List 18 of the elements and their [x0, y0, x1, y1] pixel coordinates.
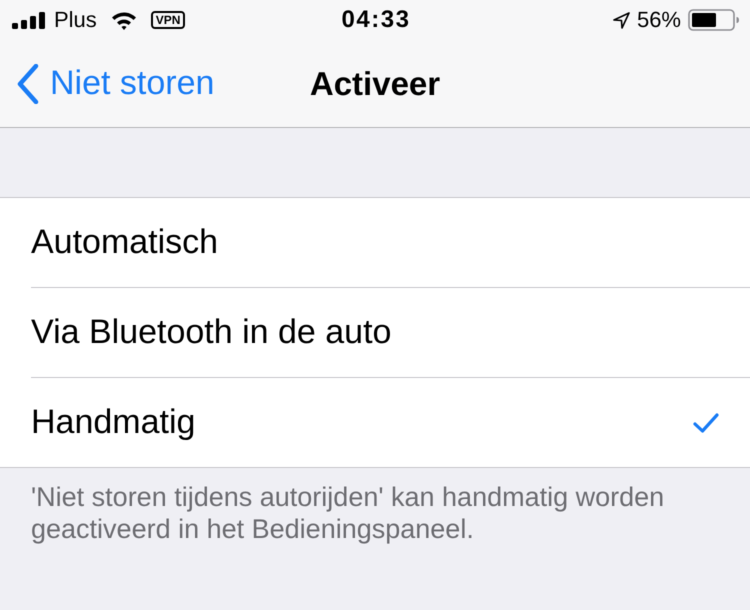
option-row[interactable]: Via Bluetooth in de auto	[31, 287, 750, 377]
back-button[interactable]: Niet storen	[16, 64, 214, 104]
signal-icon	[12, 12, 48, 28]
option-row[interactable]: Automatisch	[31, 198, 750, 287]
option-label: Handmatig	[31, 403, 196, 442]
status-time: 04:33	[342, 6, 410, 34]
vpn-badge: VPN	[150, 11, 186, 29]
option-label: Automatisch	[31, 223, 218, 262]
battery-icon	[688, 9, 740, 31]
page-title: Activeer	[310, 64, 440, 102]
location-arrow-icon	[612, 12, 630, 28]
battery-percentage: 56%	[636, 7, 681, 33]
footer-note: 'Niet storen tijdens autorijden' kan handmatig worden geactiveerd in het Bedieningspaneel.	[30, 481, 666, 545]
option-row[interactable]: Handmatig	[31, 377, 750, 467]
back-chevron-icon	[16, 64, 40, 104]
wifi-icon	[110, 10, 137, 30]
option-label: Via Bluetooth in de auto	[31, 313, 392, 352]
carrier-name: Plus	[54, 7, 97, 33]
